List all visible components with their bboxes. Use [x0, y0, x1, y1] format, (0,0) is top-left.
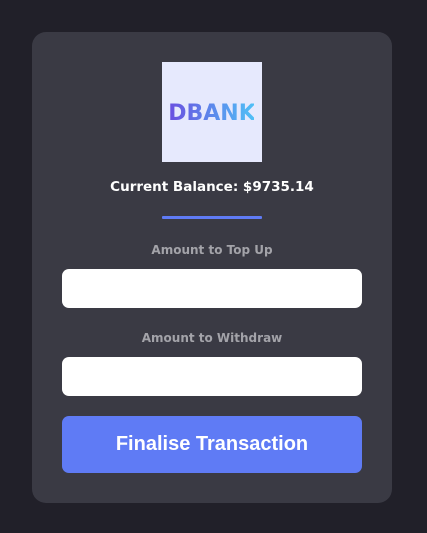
bank-card: DBANK Current Balance: $9735.14 Amount t…	[32, 32, 392, 503]
topup-label: Amount to Top Up	[151, 243, 273, 257]
withdraw-amount-input[interactable]	[62, 357, 362, 396]
brand-logo: DBANK	[162, 62, 262, 162]
dbank-logo-image: DBANK	[170, 101, 254, 126]
brand-logo-text: DBANK	[170, 101, 254, 126]
finalise-transaction-button[interactable]: Finalise Transaction	[62, 416, 362, 473]
accent-divider	[162, 216, 262, 219]
current-balance: Current Balance: $9735.14	[110, 179, 314, 195]
topup-amount-input[interactable]	[62, 269, 362, 308]
withdraw-label: Amount to Withdraw	[141, 331, 283, 345]
